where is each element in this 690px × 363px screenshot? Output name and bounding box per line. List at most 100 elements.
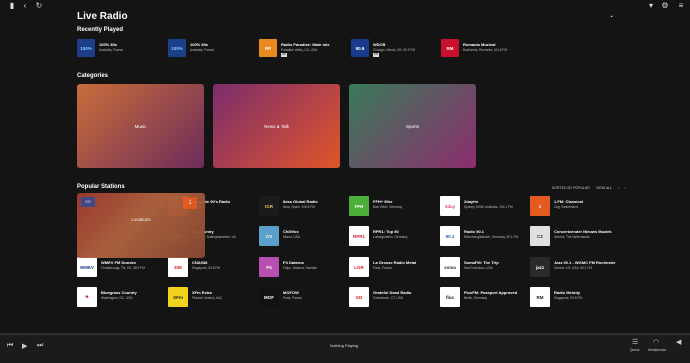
- back-icon[interactable]: ‹: [20, 1, 30, 11]
- station-item[interactable]: CZ Concertzender Nieuws Muziek Utrecht, Th…: [530, 226, 618, 248]
- recent-station-item[interactable]: 100% 100% 80s Australia, France: [168, 39, 256, 59]
- sort-dropdown[interactable]: SORTED BY POPULAR: [552, 186, 590, 190]
- category-card[interactable]: Sports: [349, 84, 476, 168]
- chevron-left-icon[interactable]: ‹: [618, 186, 619, 190]
- station-item[interactable]: CV ChillVox Miami, USA: [259, 226, 347, 248]
- station-logo-icon: RPR1: [349, 226, 369, 246]
- station-location: Chicago, Illinois, US, 90.9 FM: [373, 48, 415, 52]
- station-logo-icon: XFm: [168, 287, 188, 307]
- station-name: CNA938: [192, 260, 208, 265]
- sidebar-toggle-icon[interactable]: ▮: [7, 1, 17, 11]
- station-item[interactable]: MOF MOFOW Paris, France: [259, 287, 347, 309]
- station-location: Australia, France: [99, 48, 124, 52]
- locations-category-card[interactable]: RR 1 Locations: [77, 193, 205, 258]
- bookmark-icon[interactable]: ▾: [646, 1, 656, 11]
- category-card[interactable]: Music: [77, 84, 204, 168]
- station-location: Paradise Valley, CA, USA: [281, 48, 318, 52]
- station-logo-icon: RR: [81, 197, 95, 207]
- headphones-label[interactable]: Headphones: [648, 348, 666, 352]
- station-item[interactable]: FFH FFH+ 90er Bad Vilbel, Germany: [349, 196, 437, 218]
- station-name: Radio Melody: [554, 290, 581, 295]
- play-icon[interactable]: ▶: [22, 342, 27, 350]
- station-logo-icon: CZ: [530, 226, 550, 246]
- locations-label: Locations: [131, 217, 151, 222]
- station-name: 1.FM: Classical: [554, 199, 583, 204]
- station-item[interactable]: 2day 2dayfm Sydney, NSW, Australia, 104.1 …: [440, 196, 528, 218]
- station-location: Paris, France: [373, 266, 392, 270]
- station-item[interactable]: LGR La Grosse Radio Metal Paris, France: [349, 257, 437, 279]
- station-location: Australia, France: [190, 48, 215, 52]
- category-label: Sports: [405, 124, 419, 129]
- view-all-link[interactable]: VIEW ALL: [596, 186, 612, 190]
- hd-badge: HD: [373, 52, 380, 57]
- station-item[interactable]: 1 1.FM: Classical Zug, Switzerland: [530, 196, 618, 218]
- station-name: FluxFM: Passport Approved: [464, 290, 518, 295]
- station-logo-icon: WMEV: [77, 257, 97, 277]
- seek-bar[interactable]: [0, 334, 690, 335]
- station-item[interactable]: XFm XFm Extra Finland, Ireland, AAC: [168, 287, 256, 309]
- station-name: WMEV FM Dundee: [101, 260, 137, 265]
- station-logo-icon: FFH: [349, 196, 369, 216]
- queue-label[interactable]: Queue: [630, 348, 640, 352]
- volume-icon[interactable]: ◀: [676, 338, 681, 346]
- recent-station-item[interactable]: 100% 100% 80s Australia, France: [77, 39, 165, 59]
- station-item[interactable]: jazz Jazz 90.1 - WGMC FM Rochester Greece,…: [530, 257, 618, 279]
- station-item[interactable]: GD Grateful Dead Radio Cottontown, CT, USA: [349, 287, 437, 309]
- station-item[interactable]: WMEV WMEV FM Dundee Chattanooga, TN, US, 8…: [77, 257, 165, 279]
- next-icon[interactable]: ⏭: [37, 342, 43, 350]
- station-logo-icon: jazz: [530, 257, 550, 277]
- chevron-right-icon[interactable]: ›: [625, 186, 626, 190]
- station-logo-icon: LGR: [349, 257, 369, 277]
- station-item[interactable]: soma SomaFM: The Trip San Francisco, USA: [440, 257, 528, 279]
- station-item[interactable]: P4 P4 Dalarna Falun, Dalarna, Sweden: [259, 257, 347, 279]
- station-logo-icon: 1: [530, 196, 550, 216]
- station-location: Ibiza, Spain, 106.8 FM: [283, 205, 315, 209]
- station-name: Grateful Dead Radio: [373, 290, 412, 295]
- station-logo-icon: P4: [259, 257, 279, 277]
- station-name: P4 Dalarna: [283, 260, 304, 265]
- station-logo-icon: MOF: [259, 287, 279, 307]
- station-item[interactable]: RPR1 RPR1: Top 50 Ludwigshafen, Germany: [349, 226, 437, 248]
- station-name: 2dayfm: [464, 199, 479, 204]
- station-item[interactable]: 938 CNA938 Singapore, 93.8 FM: [168, 257, 256, 279]
- station-location: Falun, Dalarna, Sweden: [283, 266, 318, 270]
- station-logo-icon: 100%: [168, 39, 186, 57]
- station-location: Chattanooga, TN, US, 88.9 FM: [101, 266, 145, 270]
- station-item[interactable]: IGR Ibiza Global Radio Ibiza, Spain, 106.8…: [259, 196, 347, 218]
- station-location: Utrecht, The Netherlands: [554, 235, 590, 239]
- station-location: Ludwigshafen, Germany: [373, 235, 408, 239]
- station-location: Bucharest, Romania, 104.8 FM: [463, 48, 508, 52]
- menu-icon[interactable]: ≡: [676, 1, 686, 11]
- station-name: La Grosse Radio Metal: [373, 260, 417, 265]
- station-item[interactable]: flux FluxFM: Passport Approved Berlin, Ger…: [440, 287, 528, 309]
- settings-icon[interactable]: ⚙: [660, 1, 670, 11]
- recent-station-item[interactable]: RM Romania Muzical Bucharest, Romania, 104…: [441, 39, 529, 59]
- recent-station-item[interactable]: 90.9 WDCB Chicago, Illinois, US, 90.9 FM HD: [351, 39, 439, 59]
- station-item[interactable]: RM Radio Melody Singapore, 93.8 FM: [530, 287, 618, 309]
- category-card[interactable]: News & Talk: [213, 84, 340, 168]
- station-logo-icon: soma: [440, 257, 460, 277]
- station-location: Paris, France: [283, 296, 302, 300]
- refresh-icon[interactable]: ↻: [34, 1, 44, 11]
- station-item[interactable]: 90.1 Radio 90.1 Mönchengladbach, Germany, …: [440, 226, 528, 248]
- station-logo-icon: 2day: [440, 196, 460, 216]
- station-location: Zug, Switzerland: [554, 205, 578, 209]
- station-location: Singapore, 93.8 FM: [192, 266, 220, 270]
- station-logo-icon: RM: [530, 287, 550, 307]
- queue-icon[interactable]: ☰: [632, 338, 638, 346]
- search-icon[interactable]: ◔: [606, 13, 616, 23]
- station-name: FFH+ 90er: [373, 199, 393, 204]
- page-title: Live Radio: [77, 11, 128, 22]
- station-name: Radio 90.1: [464, 229, 485, 234]
- station-location: Finland, Ireland, AAC: [192, 296, 223, 300]
- station-location: Cottontown, CT, USA: [373, 296, 404, 300]
- headphones-icon[interactable]: ◠: [653, 338, 659, 346]
- station-location: Greece, NY, USA, 90.1 FM: [554, 266, 593, 270]
- previous-icon[interactable]: ⏮: [7, 342, 13, 350]
- station-name: Ibiza Global Radio: [283, 199, 318, 204]
- recent-station-item[interactable]: RP Radio Paradise: Main mix Paradise Valle…: [259, 39, 347, 59]
- station-logo-icon: 100%: [77, 39, 95, 57]
- station-logo-icon: GD: [349, 287, 369, 307]
- categories-heading: Categories: [77, 73, 109, 79]
- station-item[interactable]: ★ Bluegrass Country Washington, DC, USA: [77, 287, 165, 309]
